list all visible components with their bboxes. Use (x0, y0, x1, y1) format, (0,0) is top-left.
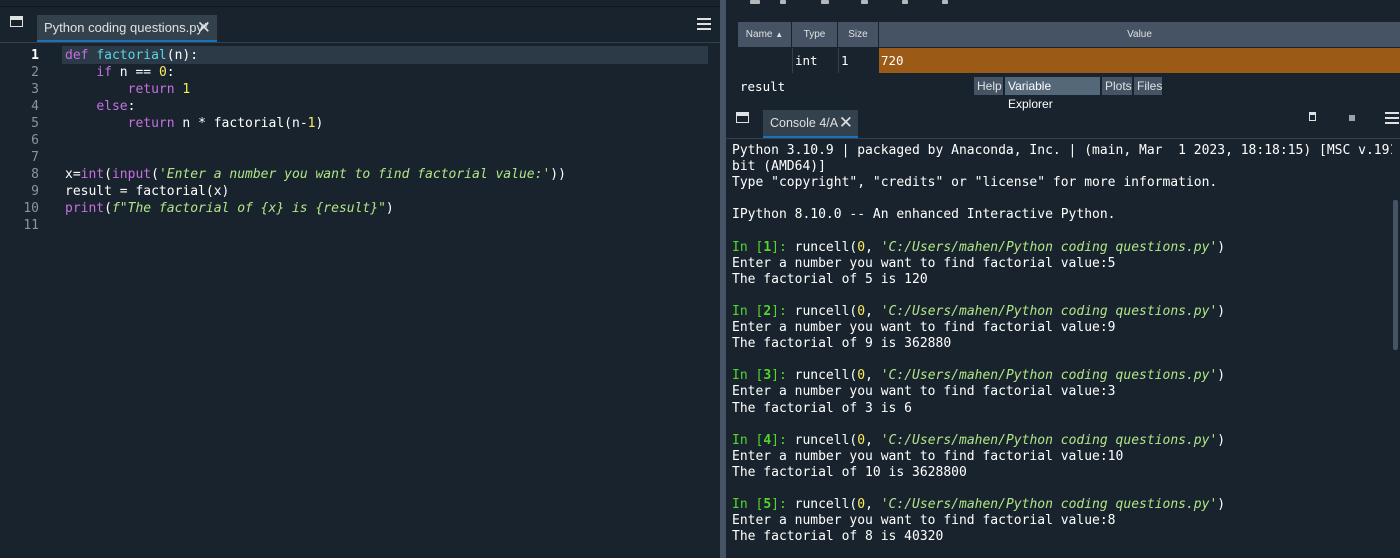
column-header-size[interactable]: Size (838, 22, 879, 47)
window-icon[interactable] (736, 112, 749, 123)
code-line-10: print(f"The factorial of {x} is {result}… (65, 201, 394, 216)
column-header-value[interactable]: Value (879, 22, 1400, 47)
line-number: 3 (31, 82, 39, 97)
console-input-prompt: In [4]: runcell(0, 'C:/Users/mahen/Pytho… (732, 433, 1226, 448)
tab-console[interactable]: Console 4/A ✕ (763, 110, 858, 138)
close-icon[interactable]: ✕ (839, 110, 853, 136)
code-editor[interactable]: def factorial(n): if n == 0: return 1 el… (62, 44, 708, 558)
console-output-line: The factorial of 3 is 6 (732, 401, 913, 416)
cell-size: 1 (838, 48, 879, 73)
console-banner-line: Python 3.10.9 | packaged by Anaconda, In… (732, 143, 1400, 158)
console-banner-line: Type "copyright", "credits" or "license"… (732, 175, 1218, 190)
right-pane: Name ▲ Type Size Value result int 1 720 … (726, 0, 1400, 558)
toolbar-strip (0, 0, 720, 7)
tab-python-coding-questions[interactable]: Python coding questions.py* ✕ (37, 15, 217, 42)
table-row[interactable]: result int 1 720 (738, 48, 1400, 94)
console-tab-label: Console 4/A (770, 116, 839, 130)
console-input-echo: Enter a number you want to find factoria… (732, 320, 1116, 335)
code-line-8: x=int(input('Enter a number you want to … (65, 167, 566, 182)
code-line-2: if n == 0: (96, 65, 175, 80)
sort-ascending-icon: ▲ (775, 30, 784, 39)
console-input-prompt: In [3]: runcell(0, 'C:/Users/mahen/Pytho… (732, 368, 1226, 383)
console-input-prompt: In [1]: runcell(0, 'C:/Users/mahen/Pytho… (732, 240, 1226, 255)
console-output-line: The factorial of 9 is 362880 (732, 336, 952, 351)
line-number: 1 (31, 48, 39, 63)
search-icon[interactable] (902, 0, 908, 4)
console-output-line: The factorial of 5 is 120 (732, 272, 928, 287)
console-input-echo: Enter a number you want to find factoria… (732, 384, 1116, 399)
line-number: 4 (31, 99, 39, 114)
editor-scrollbar[interactable] (708, 44, 720, 558)
stop-icon[interactable] (1349, 115, 1355, 121)
code-line-1: def factorial(n): (65, 48, 199, 63)
tab-help[interactable]: Help (974, 77, 1003, 95)
tab-label: Python coding questions.py* (44, 20, 209, 35)
console-scrollbar[interactable] (1392, 140, 1400, 558)
console-input-prompt: In [5]: runcell(0, 'C:/Users/mahen/Pytho… (732, 497, 1226, 512)
save-data-icon[interactable] (750, 0, 760, 4)
tab-files[interactable]: Files (1134, 77, 1162, 95)
variable-table: Name ▲ Type Size Value result int 1 720 (738, 22, 1400, 94)
code-line-3: return 1 (127, 82, 191, 97)
cell-type: int (792, 48, 838, 73)
close-icon[interactable]: ✕ (197, 15, 211, 40)
console-input-echo: Enter a number you want to find factoria… (732, 256, 1116, 271)
console-banner-line: bit (AMD64)] (732, 159, 826, 174)
console-input-echo: Enter a number you want to find factoria… (732, 449, 1124, 464)
line-number: 6 (31, 133, 39, 148)
console-input-echo: Enter a number you want to find factoria… (732, 513, 1116, 528)
code-line-4: else: (96, 99, 136, 114)
line-number-gutter: 1 2 3 4 5 6 7 8 9 10 11 (0, 44, 62, 558)
line-number: 5 (31, 116, 39, 131)
console-tabbar: Console 4/A ✕ (726, 106, 1400, 139)
console-output-line: The factorial of 8 is 40320 (732, 529, 944, 544)
line-number: 11 (23, 218, 39, 233)
cell-value: 720 (879, 48, 1400, 73)
window-icon[interactable] (10, 16, 23, 27)
remove-icon[interactable] (1309, 112, 1316, 121)
console-output[interactable]: Python 3.10.9 | packaged by Anaconda, In… (726, 140, 1400, 558)
variable-explorer-toolbar (726, 0, 1400, 18)
pane-tabbar: Help Variable Explorer Plots Files (726, 76, 1400, 111)
console-output-line: The factorial of 10 is 3628800 (732, 465, 967, 480)
column-header-type[interactable]: Type (792, 22, 838, 47)
line-number: 2 (31, 65, 39, 80)
scrollbar-thumb[interactable] (1393, 200, 1398, 350)
code-line-9: result = factorial(x) (65, 184, 230, 199)
line-number: 7 (31, 150, 39, 165)
code-line-5: return n * factorial(n-1) (127, 116, 324, 131)
editor-tabbar: Python coding questions.py* ✕ (0, 12, 720, 43)
delete-icon[interactable] (861, 0, 868, 4)
editor-pane: Python coding questions.py* ✕ 1234567891… (0, 0, 720, 558)
line-number: 9 (31, 184, 39, 199)
console-input-prompt: In [2]: runcell(0, 'C:/Users/mahen/Pytho… (732, 304, 1226, 319)
import-data-icon[interactable] (780, 0, 786, 4)
tab-variable-explorer[interactable]: Variable Explorer (1005, 77, 1100, 111)
line-number: 10 (23, 201, 39, 216)
refresh-icon[interactable] (942, 0, 948, 4)
edit-icon[interactable] (821, 0, 829, 4)
column-header-name[interactable]: Name ▲ (738, 22, 792, 47)
tab-plots[interactable]: Plots (1102, 77, 1132, 95)
line-number: 8 (31, 167, 39, 182)
options-menu-icon[interactable] (1385, 112, 1399, 124)
console-banner-line: IPython 8.10.0 -- An enhanced Interactiv… (732, 207, 1116, 222)
options-menu-icon[interactable] (697, 18, 711, 30)
